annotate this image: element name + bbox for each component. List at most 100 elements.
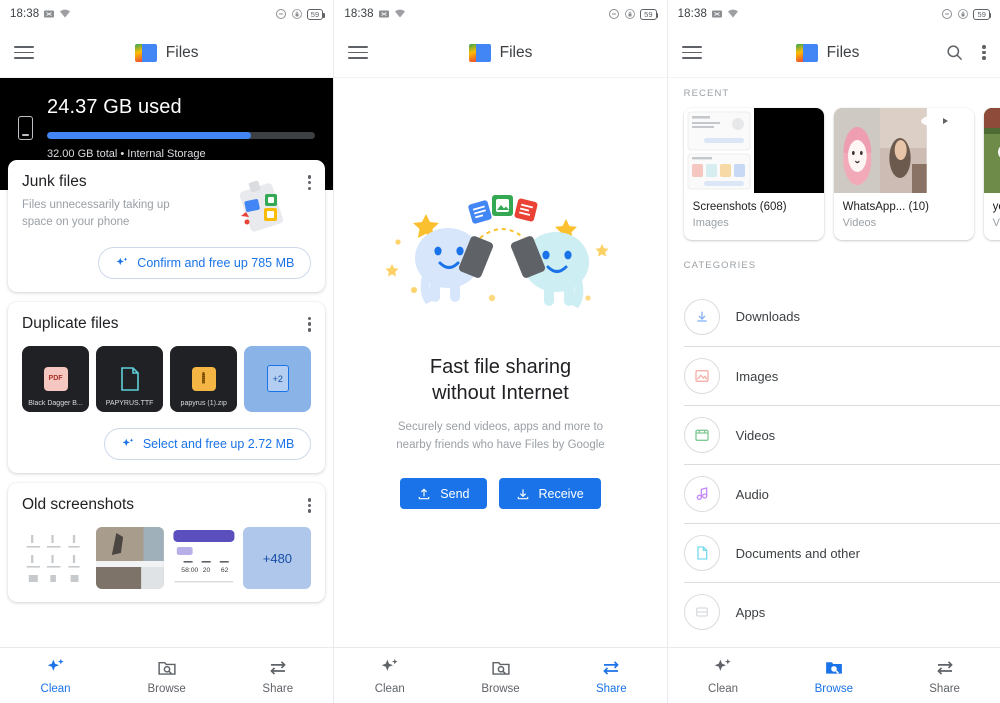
sparkle-icon (116, 256, 128, 265)
folder-search-icon (491, 661, 510, 675)
svg-text:58:00: 58:00 (181, 567, 198, 574)
nav-item-clean[interactable]: Clean (334, 648, 445, 703)
card-action-row: Select and free up 2.72 MB (22, 412, 312, 460)
status-bar: 18:38 59 (668, 0, 1000, 28)
upload-icon (419, 488, 430, 500)
receive-button[interactable]: Receive (498, 478, 601, 510)
categories-section-label: CATEGORIES (683, 260, 757, 271)
phone-icon (18, 116, 33, 140)
nav-item-share[interactable]: Share (556, 648, 667, 703)
send-label: Send (440, 486, 470, 501)
select-free-up-button[interactable]: Select and free up 2.72 MB (103, 427, 312, 460)
mute-icon (711, 10, 722, 18)
app-bar: Files (0, 28, 334, 78)
category-row-documents[interactable]: Documents and other (683, 523, 1000, 582)
app-bar: Files (667, 28, 1000, 78)
panel-share: 18:38 59 Files Fast file sharing without… (333, 0, 667, 703)
apps-icon (683, 594, 720, 630)
bottom-navigation: Clean Browse Share (667, 647, 1000, 703)
card-junk-files[interactable]: Junk files Files unnecessarily taking up… (8, 160, 326, 292)
duplicate-file-name: PAPYRUS.TTF (105, 399, 154, 407)
nav-item-clean[interactable]: Clean (0, 648, 111, 703)
duplicate-file-tile[interactable]: PAPYRUS.TTF (96, 345, 164, 412)
category-row-downloads[interactable]: Downloads (683, 287, 1000, 346)
recent-card[interactable]: youcut (3) Videos (983, 108, 1000, 240)
storage-subtitle: 32.00 GB total • Internal Storage (47, 148, 206, 160)
category-row-videos[interactable]: Videos (683, 405, 1000, 464)
category-row-audio[interactable]: Audio (683, 464, 1000, 523)
bottom-navigation: Clean Browse Share (0, 647, 334, 703)
recent-card[interactable]: Screenshots (608) Images (683, 108, 824, 240)
hamburger-menu-icon[interactable] (14, 42, 34, 63)
download-icon (683, 298, 720, 335)
app-title: Files (826, 43, 860, 61)
duplicate-file-tile[interactable]: PDF Black Dagger B... (22, 345, 90, 412)
storage-used-label: 24.37 GB used (47, 96, 182, 118)
kebab-menu-icon[interactable] (982, 43, 986, 62)
recent-card-meta: youcut (3) Videos (984, 193, 1000, 240)
status-bar-time: 18:38 (344, 8, 374, 20)
nav-label: Browse (481, 682, 520, 695)
nav-label: Browse (147, 682, 186, 695)
battery-indicator: 59 (973, 8, 992, 20)
card-old-screenshots[interactable]: Old screenshots 58:00 20 62 +480 (8, 482, 326, 603)
recent-thumbnail (683, 108, 754, 193)
select-free-up-label: Select and free up 2.72 MB (142, 436, 295, 451)
share-action-buttons: Send Receive (400, 478, 601, 510)
recent-card[interactable]: WhatsApp... (10) Videos (833, 108, 974, 240)
receive-label: Receive (538, 486, 584, 501)
screenshot-thumbnail[interactable]: 58:00 20 62 (169, 527, 238, 590)
nav-item-share[interactable]: Share (889, 648, 1000, 703)
search-icon[interactable] (945, 43, 964, 62)
recent-thumbnails (833, 108, 974, 193)
panel-browse: 18:38 59 Files RECENT Screenshots (608) … (666, 0, 1000, 703)
clean-body: 24.37 GB used 32.00 GB total • Internal … (0, 78, 334, 647)
card-duplicate-files[interactable]: Duplicate files PDF Black Dagger B... PA… (8, 301, 326, 473)
send-button[interactable]: Send (400, 478, 487, 510)
recent-card-name: youcut (3) (992, 201, 1000, 213)
category-row-images[interactable]: Images (683, 346, 1000, 405)
play-icon (921, 114, 968, 128)
zip-file-icon (191, 366, 216, 391)
hamburger-menu-icon[interactable] (348, 42, 369, 63)
duplicate-more-tile[interactable]: +2 (244, 345, 312, 412)
duplicate-file-tiles: PDF Black Dagger B... PAPYRUS.TTF papyru… (22, 345, 312, 412)
browse-content: RECENT Screenshots (608) Images WhatsApp… (668, 78, 1000, 647)
card-title: Duplicate files (22, 314, 119, 332)
recent-thumbnail (983, 108, 1000, 193)
folder-search-icon (158, 661, 176, 675)
kebab-menu-icon[interactable] (300, 496, 312, 515)
image-icon (683, 358, 720, 394)
document-icon (120, 367, 139, 391)
sparkle-icon (381, 658, 398, 671)
duplicate-file-tile[interactable]: papyrus (1).zip (170, 345, 238, 412)
share-empty-state: Fast file sharing without Internet Secur… (334, 78, 666, 647)
nav-item-browse[interactable]: Browse (111, 648, 222, 703)
kebab-menu-icon[interactable] (300, 173, 312, 192)
svg-text:20: 20 (202, 567, 210, 574)
status-bar-left: 18:38 (344, 8, 405, 20)
share-body: Fast file sharing without Internet Secur… (334, 78, 666, 647)
card-title: Old screenshots (22, 495, 134, 513)
recent-thumbnail (753, 108, 824, 193)
document-icon (683, 535, 720, 571)
nav-item-browse[interactable]: Browse (778, 648, 889, 703)
sparkle-icon (122, 438, 134, 446)
recent-thumbnail (880, 108, 927, 193)
screenshot-thumbnail[interactable] (95, 527, 164, 590)
files-by-google-logo (468, 42, 491, 64)
nav-item-clean[interactable]: Clean (668, 648, 779, 703)
nav-item-share[interactable]: Share (222, 648, 333, 703)
nav-item-browse[interactable]: Browse (445, 648, 556, 703)
category-row-apps[interactable]: Apps (683, 582, 1000, 641)
kebab-menu-icon[interactable] (300, 315, 312, 334)
hamburger-menu-icon[interactable] (681, 42, 702, 63)
status-bar: 18:38 59 (334, 0, 666, 28)
screenshot-thumbnail[interactable] (22, 527, 90, 590)
confirm-free-up-button[interactable]: Confirm and free up 785 MB (98, 246, 312, 279)
screenshot-more-count[interactable]: +480 (243, 527, 312, 590)
wifi-icon (394, 9, 405, 18)
lock-icon (291, 9, 302, 19)
card-description: Files unnecessarily taking up space on y… (22, 199, 170, 228)
recent-card-type: Images (692, 217, 729, 229)
